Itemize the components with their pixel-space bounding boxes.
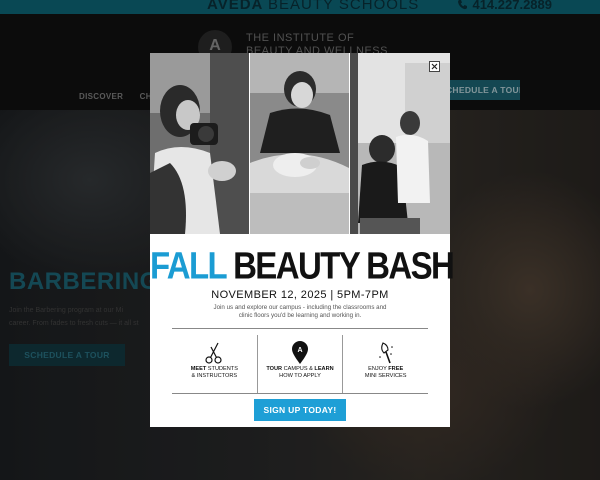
location-pin-icon: A xyxy=(258,340,343,366)
event-photo-collage xyxy=(150,53,450,234)
close-icon xyxy=(431,63,438,70)
feature-enjoy-line1: ENJOY FREE xyxy=(368,366,404,372)
feature-tour-line1: TOUR CAMPUS & LEARN xyxy=(266,366,334,372)
event-title-beauty-bash: BEAUTY BASH xyxy=(233,244,455,287)
svg-text:A: A xyxy=(297,347,302,354)
event-title: FALL BEAUTY BASH xyxy=(150,244,455,288)
event-description-line: clinic floors you'd be learning and work… xyxy=(238,312,362,319)
feature-meet-line2: & INSTRUCTORS xyxy=(191,373,238,379)
divider xyxy=(172,393,428,394)
feature-tour: A TOUR CAMPUS & LEARN HOW TO APPLY xyxy=(256,335,343,393)
event-description: Join us and explore our campus - includi… xyxy=(200,304,400,320)
event-features: MEET STUDENTS & INSTRUCTORS A TOUR CAMPU… xyxy=(172,335,428,393)
scissors-icon xyxy=(172,340,257,366)
close-button[interactable] xyxy=(429,61,440,72)
feature-enjoy-line2: MINI SERVICES xyxy=(364,373,407,379)
event-title-fall: FALL xyxy=(150,244,227,287)
photo-barber-cut xyxy=(350,53,450,234)
event-popup: FALL BEAUTY BASH NOVEMBER 12, 2025 | 5PM… xyxy=(150,53,455,427)
divider xyxy=(172,328,428,329)
feature-meet-line1: MEET STUDENTS xyxy=(190,366,238,372)
event-date: NOVEMBER 12, 2025 | 5PM-7PM xyxy=(211,289,389,301)
photo-photographer xyxy=(150,53,249,234)
event-description-line: Join us and explore our campus - includi… xyxy=(213,304,387,311)
feature-enjoy: ENJOY FREE MINI SERVICES xyxy=(342,335,428,393)
sign-up-button[interactable]: SIGN UP TODAY! xyxy=(254,399,346,421)
feature-meet: MEET STUDENTS & INSTRUCTORS xyxy=(172,335,257,393)
feature-tour-line2: HOW TO APPLY xyxy=(279,373,321,379)
photo-facial-treatment xyxy=(250,53,349,234)
makeup-brush-icon xyxy=(343,340,428,366)
